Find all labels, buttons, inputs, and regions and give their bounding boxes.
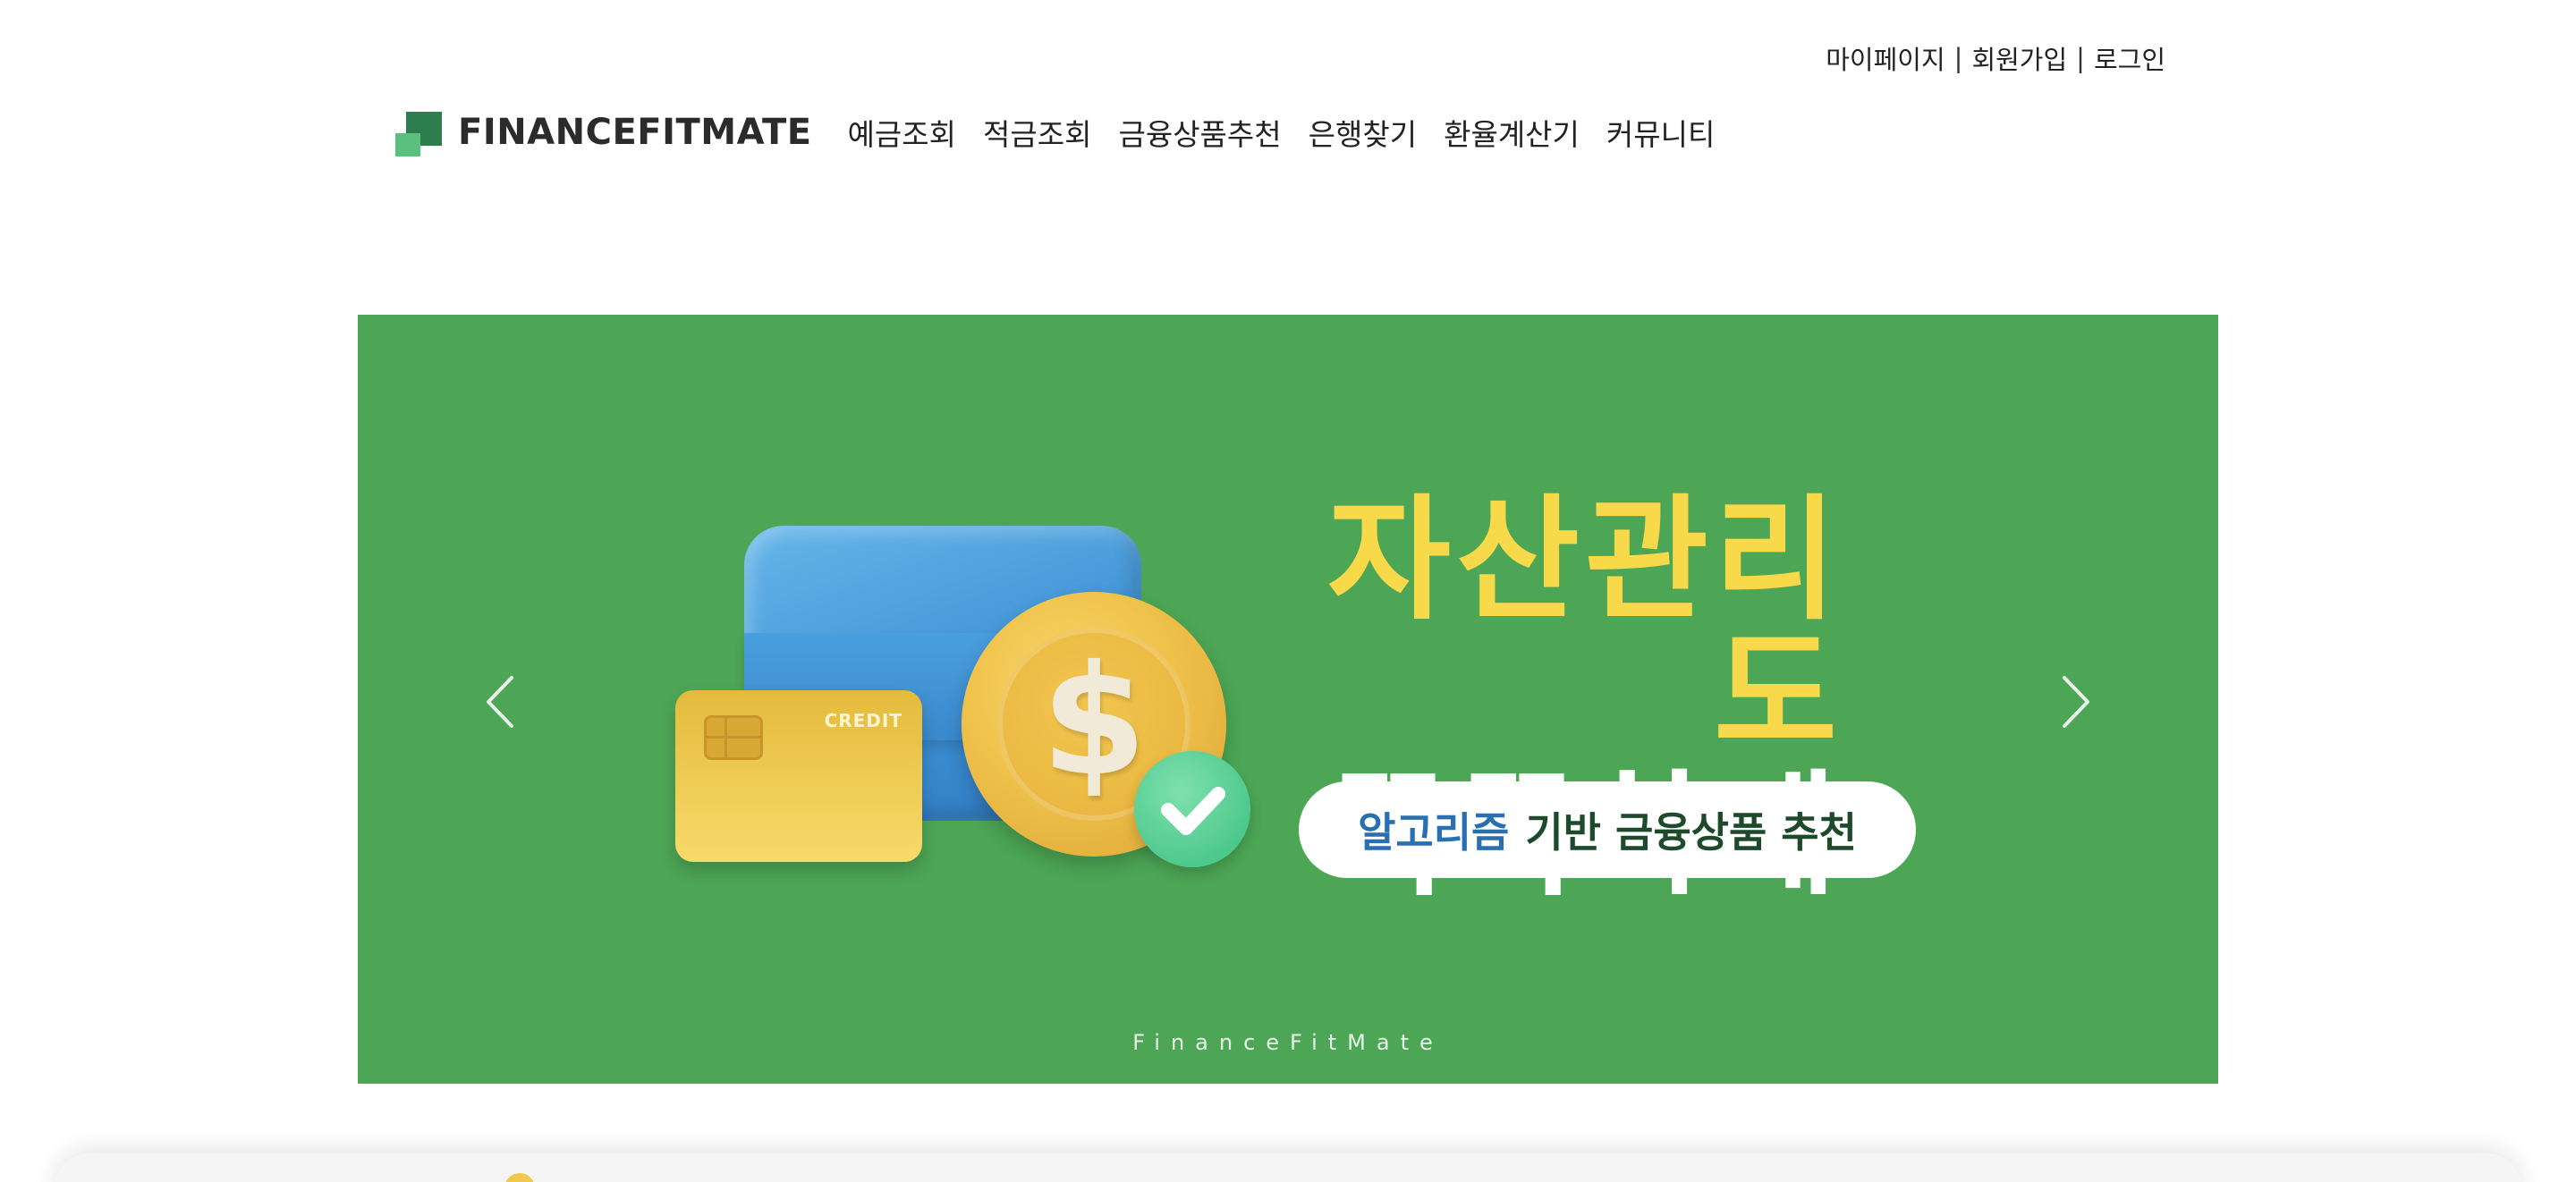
logo[interactable]: FINANCEFITMATE <box>395 108 812 156</box>
pill-highlight: 알고리즘 <box>1358 808 1510 857</box>
separator: | <box>1953 43 1963 73</box>
logo-mark-icon <box>395 108 444 156</box>
banner-brand-footer: FinanceFitMate <box>1132 1030 1444 1055</box>
chevron-right-icon[interactable] <box>2048 671 2102 733</box>
credit-card-illustration: CREDIT <box>675 690 922 862</box>
card-chip-icon <box>704 715 763 760</box>
hero-banner[interactable]: CREDIT $ 자산관리도 똑똑하게 알고리즘 기반 금융상품 추천 Fina… <box>358 315 2218 1084</box>
logo-text: FINANCEFITMATE <box>458 112 812 153</box>
site-header: FINANCEFITMATE 예금조회 적금조회 금융상품추천 은행찾기 환율계… <box>395 106 1715 159</box>
login-link[interactable]: 로그인 <box>2094 39 2165 77</box>
nav-community[interactable]: 커뮤니티 <box>1606 111 1715 154</box>
card-label: CREDIT <box>824 710 902 731</box>
nav-deposit-lookup[interactable]: 예금조회 <box>848 111 956 154</box>
top-utility-links: 마이페이지 | 회원가입 | 로그인 <box>1826 39 2165 77</box>
headline-line-1: 자산관리도 <box>1326 483 1843 773</box>
nav-product-recommendation[interactable]: 금융상품추천 <box>1118 111 1281 154</box>
dollar-sign: $ <box>1040 633 1148 810</box>
pill-text: 기반 금융상품 추천 <box>1525 808 1857 857</box>
banner-subtitle-pill: 알고리즘 기반 금융상품 추천 <box>1299 781 1916 878</box>
main-nav: 예금조회 적금조회 금융상품추천 은행찾기 환율계산기 커뮤니티 <box>848 111 1716 154</box>
page: 마이페이지 | 회원가입 | 로그인 FINANCEFITMATE 예금조회 적… <box>0 0 2576 1182</box>
content-section-edge <box>54 1153 2522 1182</box>
nav-exchange-calculator[interactable]: 환율계산기 <box>1444 111 1580 154</box>
nav-savings-lookup[interactable]: 적금조회 <box>983 111 1091 154</box>
mypage-link[interactable]: 마이페이지 <box>1826 39 1945 77</box>
chevron-left-icon[interactable] <box>474 671 528 733</box>
separator: | <box>2076 43 2085 73</box>
nav-bank-finder[interactable]: 은행찾기 <box>1309 111 1417 154</box>
signup-link[interactable]: 회원가입 <box>1971 39 2067 77</box>
